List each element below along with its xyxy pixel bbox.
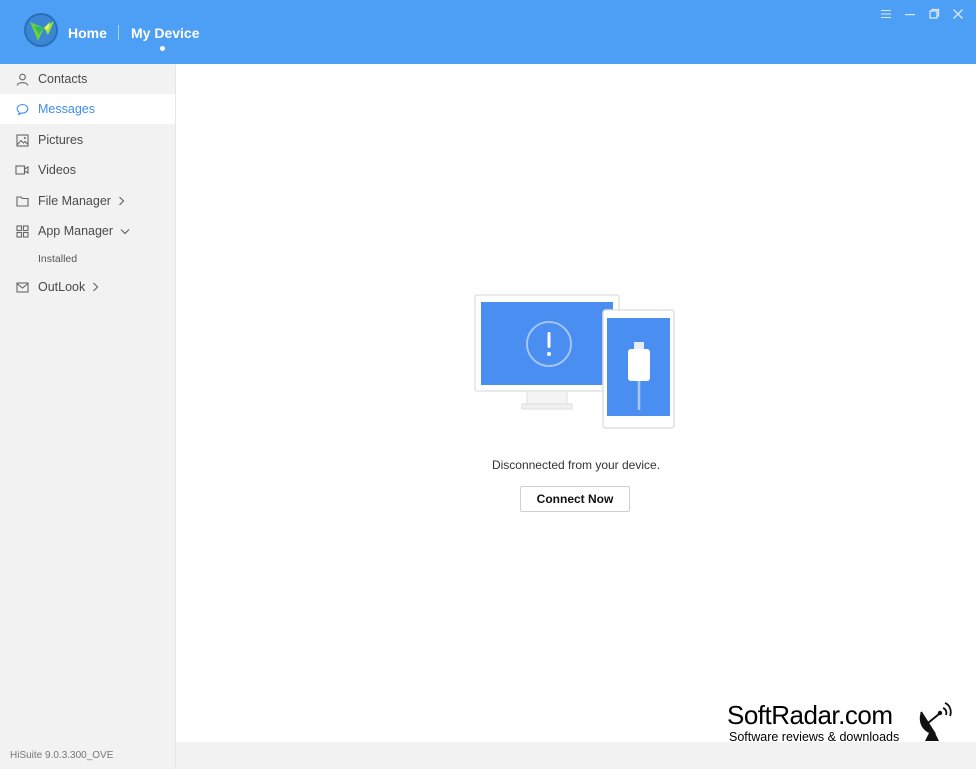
sidebar-item-label: Videos [38, 163, 76, 177]
chevron-right-icon [92, 282, 99, 292]
video-icon [15, 163, 29, 177]
grid-icon [15, 224, 29, 238]
person-icon [15, 72, 29, 86]
disconnected-message: Disconnected from your device. [491, 458, 661, 472]
sidebar-item-videos[interactable]: Videos [0, 155, 175, 185]
connect-now-button[interactable]: Connect Now [520, 486, 630, 512]
phone-icon [602, 309, 675, 429]
title-bar: Home My Device [0, 0, 976, 64]
chevron-right-icon [118, 196, 125, 206]
menu-icon [881, 10, 891, 18]
minimize-icon [905, 14, 915, 16]
monitor-icon [474, 294, 620, 410]
menu-button[interactable] [879, 7, 893, 21]
satellite-dish-icon [919, 702, 952, 741]
folder-icon [15, 194, 29, 208]
sidebar-item-app-manager[interactable]: App Manager [0, 216, 175, 246]
sidebar-item-contacts[interactable]: Contacts [0, 64, 175, 94]
chat-bubble-icon [15, 102, 29, 116]
close-button[interactable] [951, 7, 965, 21]
sidebar-item-label: App Manager [38, 224, 114, 238]
sidebar-item-label: Pictures [38, 133, 84, 147]
sidebar-item-label: OutLook [38, 280, 86, 294]
status-bar [176, 742, 976, 769]
sidebar-item-messages[interactable]: Messages [0, 94, 175, 124]
nav-my-device[interactable]: My Device [131, 25, 199, 41]
nav-separator [118, 25, 119, 40]
restore-button[interactable] [927, 7, 941, 21]
version-label: HiSuite 9.0.3.300_OVE [10, 750, 114, 761]
chevron-down-icon [120, 228, 130, 235]
sidebar-item-pictures[interactable]: Pictures [0, 125, 175, 155]
watermark-subtitle: Software reviews & downloads [729, 730, 900, 744]
restore-icon [929, 8, 940, 19]
sidebar-item-label: Messages [38, 102, 95, 116]
sidebar-item-label: Contacts [38, 72, 88, 86]
hisuite-logo-icon [24, 13, 58, 47]
sidebar: Contacts Messages Pictures Videos File M… [0, 64, 176, 769]
nav-home[interactable]: Home [68, 25, 107, 41]
sidebar-subitem-installed[interactable]: Installed [38, 253, 77, 265]
watermark-title: SoftRadar.com [727, 700, 893, 730]
disconnected-illustration [474, 294, 675, 429]
close-icon [953, 9, 963, 19]
sidebar-item-outlook[interactable]: OutLook [0, 272, 175, 302]
sidebar-item-file-manager[interactable]: File Manager [0, 186, 175, 216]
picture-icon [15, 133, 29, 147]
active-nav-indicator [160, 46, 165, 51]
mail-icon [15, 280, 29, 294]
sidebar-item-label: File Manager [38, 194, 111, 208]
minimize-button[interactable] [903, 7, 917, 21]
